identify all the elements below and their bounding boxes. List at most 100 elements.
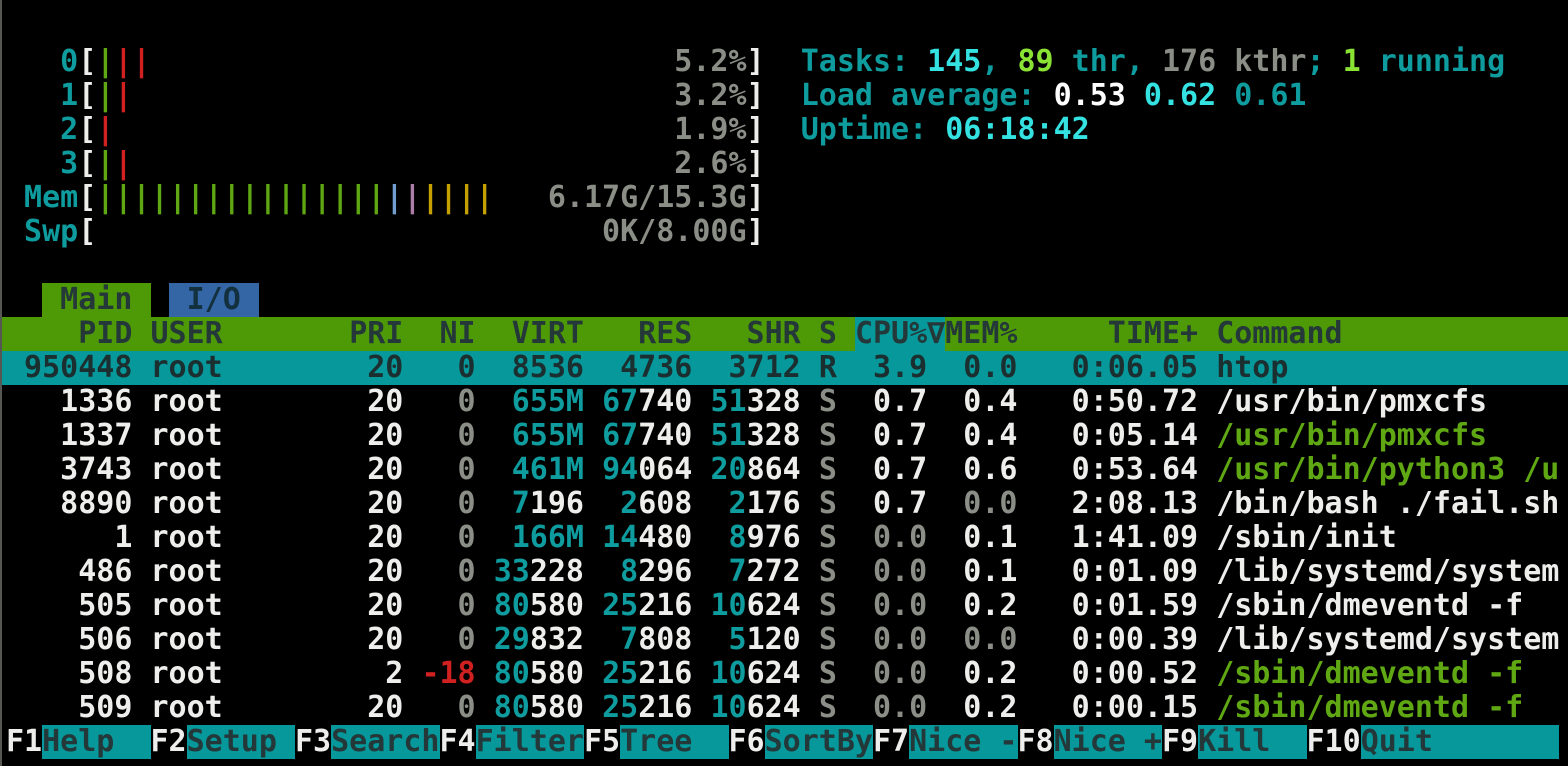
fn-key-f1[interactable]: F1Help	[6, 724, 151, 759]
gap	[584, 384, 602, 419]
process-row-509[interactable]: 509 root 20 0 80580 25216 10624 S 0.0 0.…	[6, 691, 1568, 725]
gap	[132, 316, 150, 351]
gap	[476, 384, 494, 419]
fn-key-f3[interactable]: F3Search	[295, 724, 440, 759]
column-header-virt[interactable]: VIRT	[494, 316, 584, 351]
cell-cpu: 0.7	[855, 486, 927, 521]
process-row-1337[interactable]: 1337 root 20 0 655M 67740 51328 S 0.7 0.…	[6, 419, 1568, 453]
gap	[602, 554, 620, 589]
fn-key-f10[interactable]: F10Quit	[1307, 724, 1560, 759]
meter-bar: |	[96, 78, 114, 113]
cell-kb-part: 120	[747, 622, 801, 657]
meter-bar: |	[367, 180, 385, 215]
gap	[927, 554, 945, 589]
column-header-time[interactable]: TIME+	[1054, 316, 1199, 351]
gap	[132, 520, 150, 555]
cell-mem: 0.0	[945, 622, 1017, 657]
gap	[476, 622, 494, 657]
process-row-1336[interactable]: 1336 root 20 0 655M 67740 51328 S 0.7 0.…	[6, 385, 1568, 419]
gap	[403, 554, 421, 589]
process-row-1[interactable]: 1 root 20 0 166M 14480 8976 S 0.0 0.1 1:…	[6, 521, 1568, 555]
cell-s: S	[819, 588, 837, 623]
meter-bar: |	[151, 180, 169, 215]
column-header-cmd[interactable]: Command	[1216, 316, 1342, 351]
cell-mb-part: 25	[602, 588, 638, 623]
gap	[837, 656, 855, 691]
column-header-mem[interactable]: MEM%	[945, 316, 1017, 351]
cell: 166M	[512, 520, 584, 555]
meter-bracket-open: [	[78, 180, 96, 215]
gap	[584, 520, 602, 555]
cell-kb-part: 608	[638, 486, 692, 521]
cell-cpu: 0.0	[855, 520, 927, 555]
fn-action-label: Tree	[620, 725, 728, 759]
column-header-shr[interactable]: SHR	[710, 316, 800, 351]
cell-mb-part: 67	[602, 384, 638, 419]
load-average: 0.62	[1144, 78, 1216, 113]
gap	[801, 690, 819, 725]
gap	[132, 588, 150, 623]
meter-bar: |	[313, 180, 331, 215]
cell-cmd: /lib/systemd/system	[1216, 622, 1559, 657]
gap	[403, 418, 421, 453]
column-header-ni[interactable]: NI	[421, 316, 475, 351]
cpu-meter-2: 2[| 1.9%] Uptime: 06:18:42	[6, 113, 1568, 147]
fn-key-f5[interactable]: F5Tree	[584, 724, 729, 759]
column-header-res[interactable]: RES	[602, 316, 692, 351]
process-row-506[interactable]: 506 root 20 0 29832 7808 5120 S 0.0 0.0 …	[6, 623, 1568, 657]
cell-mem: 0.1	[945, 520, 1017, 555]
tab-io[interactable]: I/O	[169, 283, 259, 317]
cell-kb-part: 480	[638, 520, 692, 555]
meter-space	[114, 112, 674, 147]
process-row-8890[interactable]: 8890 root 20 0 7196 2608 2176 S 0.7 0.0 …	[6, 487, 1568, 521]
fn-key-f7[interactable]: F7Nice -	[873, 724, 1018, 759]
gap	[476, 350, 494, 385]
tab-main[interactable]: Main	[42, 283, 150, 317]
fn-key-f8[interactable]: F8Nice +	[1018, 724, 1163, 759]
blank-line	[6, 249, 1568, 283]
gap	[6, 282, 42, 317]
gap	[837, 520, 855, 555]
cell-time: 0:50.72	[1054, 384, 1199, 419]
cpu-meter-1-value: 3.2%	[674, 78, 746, 113]
gap	[403, 622, 421, 657]
gap	[837, 622, 855, 657]
gap	[1018, 588, 1054, 623]
gap	[403, 350, 421, 385]
cell-time: 0:00.39	[1054, 622, 1199, 657]
process-row-505[interactable]: 505 root 20 0 80580 25216 10624 S 0.0 0.…	[6, 589, 1568, 623]
gap	[494, 418, 512, 453]
cell-pid: 1	[6, 520, 132, 555]
fn-key-f4[interactable]: F4Filter	[440, 724, 585, 759]
cell-user: root	[151, 588, 350, 623]
cell-pri: 20	[349, 690, 403, 725]
gap	[1018, 350, 1054, 385]
column-header-pid[interactable]: PID	[6, 316, 132, 351]
cell-pri: 20	[349, 350, 403, 385]
process-row-3743[interactable]: 3743 root 20 0 461M 94064 20864 S 0.7 0.…	[6, 453, 1568, 487]
column-header-cpu-sorted[interactable]: CPU%∇	[855, 317, 945, 351]
load-average	[1216, 78, 1234, 113]
gap	[837, 316, 855, 351]
process-row-486[interactable]: 486 root 20 0 33228 8296 7272 S 0.0 0.1 …	[6, 555, 1568, 589]
cell-user: root	[151, 384, 350, 419]
gap	[602, 622, 620, 657]
gap	[494, 452, 512, 487]
fn-key-f6[interactable]: F6SortBy	[729, 724, 874, 759]
cell-mb-part: 8	[620, 554, 638, 589]
fn-key-f9[interactable]: F9Kill	[1162, 724, 1307, 759]
fn-key-f2[interactable]: F2Setup	[151, 724, 296, 759]
process-row-508[interactable]: 508 root 2 -18 80580 25216 10624 S 0.0 0…	[6, 657, 1568, 691]
cell-mem: 0.4	[945, 418, 1017, 453]
gap	[692, 520, 710, 555]
meter-bracket-open: [	[78, 44, 96, 79]
tasks-summary: 145	[927, 44, 981, 79]
process-row-950448[interactable]: 950448 root 20 0 8536 4736 3712 R 3.9 0.…	[2, 351, 1568, 385]
cell-ni: -18	[421, 656, 475, 691]
column-header-user[interactable]: USER	[151, 316, 350, 351]
gap	[927, 452, 945, 487]
fn-action-label: Nice -	[909, 725, 1017, 759]
meter-bar: |	[96, 112, 114, 147]
column-header-s[interactable]: S	[819, 316, 837, 351]
column-header-pri[interactable]: PRI	[349, 316, 403, 351]
